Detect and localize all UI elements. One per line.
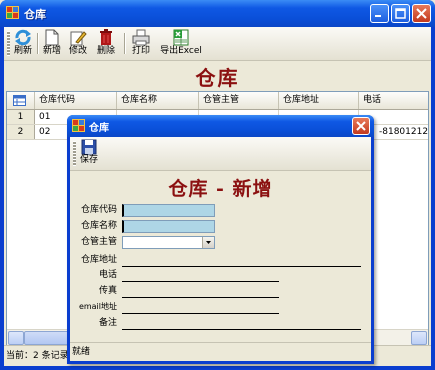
warehouse-code-input[interactable]: [122, 204, 215, 217]
refresh-icon: [15, 29, 31, 46]
column-header-address[interactable]: 仓库地址: [279, 92, 359, 109]
field-label-name: 仓库名称: [80, 221, 117, 231]
warehouse-name-input[interactable]: [122, 220, 215, 233]
field-label-address: 仓库地址: [80, 255, 117, 265]
column-header-phone[interactable]: 电话: [359, 92, 435, 109]
field-label-code: 仓库代码: [80, 205, 117, 215]
floppy-disk-icon: [81, 139, 97, 155]
new-label: 新增: [42, 46, 61, 56]
edit-brush-icon: [70, 31, 87, 46]
edit-button[interactable]: 修改: [66, 29, 90, 58]
column-header-manager[interactable]: 仓管主管: [199, 92, 279, 109]
phone-input[interactable]: [122, 269, 279, 282]
warehouse-app-icon: [6, 6, 19, 19]
grid-select-all-icon[interactable]: [7, 92, 35, 109]
print-label: 打印: [131, 46, 150, 56]
new-warehouse-dialog: 仓库 保存 仓库 - 新增 仓库代码 仓库名称 仓管主管 仓库地址 电话 传真 …: [67, 115, 374, 364]
refresh-label: 刷新: [13, 46, 32, 56]
column-header-name[interactable]: 仓库名称: [117, 92, 199, 109]
close-button[interactable]: [412, 4, 431, 23]
main-titlebar[interactable]: 仓库: [0, 0, 435, 27]
row-number: 2: [7, 125, 35, 139]
dialog-toolbar: 保存: [70, 137, 371, 171]
grid-header: 仓库代码 仓库名称 仓管主管 仓库地址 电话: [7, 92, 428, 110]
dialog-client: 保存 仓库 - 新增 仓库代码 仓库名称 仓管主管 仓库地址 电话 传真 ema…: [70, 137, 371, 361]
main-toolbar: 刷新 新增 修改 删除 打印 导出Excel: [4, 27, 431, 61]
export-excel-button[interactable]: 导出Excel: [156, 29, 206, 58]
table-icon: [13, 95, 26, 106]
page-title: 仓库: [195, 66, 240, 90]
close-icon: [416, 8, 427, 19]
remark-input[interactable]: [122, 317, 361, 330]
dropdown-arrow-icon[interactable]: [202, 237, 214, 248]
email-input[interactable]: [122, 301, 279, 314]
export-label: 导出Excel: [160, 46, 202, 56]
dialog-status-text: 就绪: [72, 347, 91, 357]
warehouse-app-icon: [72, 119, 85, 132]
record-count: 当前：2 条记录: [6, 351, 69, 361]
field-label-email: email地址: [78, 302, 117, 311]
maximize-icon: [395, 8, 406, 19]
scroll-right-button[interactable]: [411, 331, 427, 345]
minimize-button[interactable]: [370, 4, 389, 23]
dialog-heading: 仓库 - 新增: [168, 178, 273, 200]
field-label-manager: 仓管主管: [80, 237, 117, 247]
dialog-title: 仓库: [89, 123, 109, 134]
scroll-left-button[interactable]: [8, 331, 24, 345]
dialog-close-button[interactable]: [352, 117, 370, 135]
new-button[interactable]: 新增: [41, 29, 63, 58]
toolbar-separator: [124, 33, 126, 54]
toolbar-grip[interactable]: [7, 31, 10, 56]
field-label-phone: 电话: [98, 270, 117, 280]
row-number: 1: [7, 110, 35, 124]
trash-icon: [100, 29, 112, 45]
delete-button[interactable]: 删除: [94, 29, 118, 58]
window-title: 仓库: [24, 8, 46, 21]
address-input[interactable]: [122, 254, 361, 267]
field-label-remark: 备注: [98, 318, 117, 328]
edit-label: 修改: [68, 46, 87, 56]
save-label: 保存: [79, 155, 98, 165]
field-label-fax: 传真: [98, 286, 117, 296]
maximize-button[interactable]: [391, 4, 410, 23]
close-icon: [356, 121, 366, 131]
toolbar-grip[interactable]: [73, 141, 76, 166]
dialog-status-bar: 就绪: [70, 342, 371, 361]
save-button[interactable]: 保存: [78, 139, 100, 168]
excel-icon: [173, 29, 189, 46]
dialog-titlebar[interactable]: 仓库: [67, 115, 374, 137]
delete-label: 删除: [96, 46, 115, 56]
fax-input[interactable]: [122, 285, 279, 298]
printer-icon: [132, 29, 150, 46]
print-button[interactable]: 打印: [129, 29, 153, 58]
refresh-button[interactable]: 刷新: [12, 29, 34, 58]
new-document-icon: [45, 29, 59, 46]
manager-select[interactable]: [122, 236, 215, 249]
minimize-icon: [375, 15, 381, 17]
toolbar-separator: [37, 33, 39, 54]
column-header-code[interactable]: 仓库代码: [35, 92, 117, 109]
